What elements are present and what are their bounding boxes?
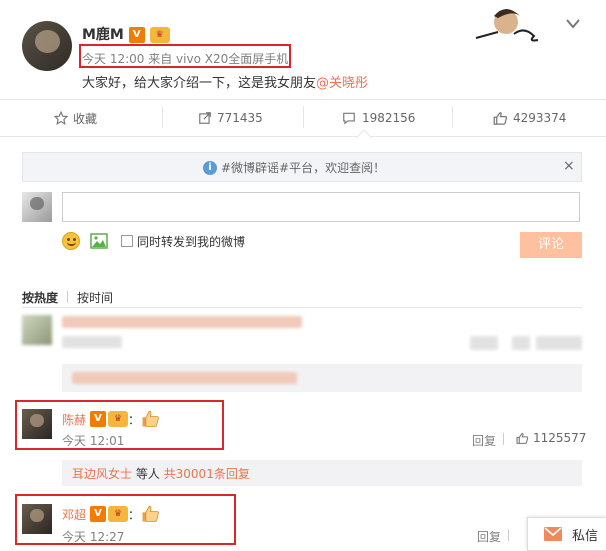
action-comment[interactable]: 1982156 — [342, 108, 415, 128]
private-message-label: 私信 — [572, 528, 599, 544]
divider — [0, 99, 606, 100]
celebrity-sticker-icon — [475, 9, 539, 42]
sub-reply-total[interactable]: 共30001条回复 — [164, 467, 250, 481]
comment-count: 1982156 — [362, 111, 416, 125]
divider — [22, 307, 582, 308]
divider — [452, 106, 453, 128]
like-count: 4293374 — [513, 111, 567, 125]
chevron-down-icon[interactable] — [566, 19, 580, 29]
comment-pointer — [356, 130, 372, 138]
mail-icon — [544, 527, 562, 541]
repost-icon — [199, 112, 211, 124]
comment-like-button[interactable]: 1125577 — [516, 431, 586, 445]
divider — [0, 136, 606, 137]
highlight-box-comment-1 — [15, 400, 224, 450]
tab-time[interactable]: 按时间 — [77, 289, 113, 306]
blurred-line — [470, 336, 498, 350]
comment-icon — [343, 112, 355, 125]
reply-button[interactable]: 回复 — [477, 528, 501, 545]
divider — [508, 529, 509, 541]
emoji-icon[interactable] — [62, 232, 80, 250]
notice-content: i #微博辟谣#平台，欢迎查阅！ — [203, 159, 385, 176]
sub-reply-mid: 等人 — [132, 467, 164, 481]
user-avatar — [22, 192, 52, 222]
tab-divider — [67, 291, 68, 303]
mention-link[interactable]: @关晓彤 — [316, 76, 368, 91]
close-icon[interactable]: × — [563, 158, 575, 174]
member-hat-icon: ♛ — [149, 27, 170, 43]
author-avatar[interactable] — [22, 21, 72, 71]
sub-reply-box[interactable]: 耳边风女士 等人 共30001条回复 — [62, 460, 582, 486]
blurred-avatar — [22, 315, 52, 345]
thumbs-up-icon — [516, 432, 529, 444]
blurred-line — [62, 316, 302, 328]
repost-count: 771435 — [217, 111, 263, 125]
post-text-body: 大家好，给大家介绍一下，这是我女朋友 — [82, 76, 317, 91]
repost-checkbox-label: 同时转发到我的微博 — [137, 235, 246, 249]
weibo-post-card: M鹿M V ♛ 今天 12:00 来自 vivo X20全面屏手机 大家好，给大… — [0, 0, 606, 551]
author-name[interactable]: M鹿M — [82, 27, 124, 43]
repost-checkbox[interactable] — [121, 235, 133, 247]
info-icon: i — [203, 160, 217, 175]
action-like[interactable]: 4293374 — [493, 108, 566, 128]
sub-reply-user[interactable]: 耳边风女士 — [72, 467, 132, 481]
comment-input[interactable] — [62, 192, 580, 222]
author-name-row: M鹿M V ♛ — [82, 24, 170, 44]
action-repost[interactable]: 771435 — [198, 108, 263, 128]
blurred-line — [72, 372, 297, 384]
comment-like-count: 1125577 — [533, 431, 587, 445]
highlight-box-comment-2 — [15, 494, 236, 545]
highlight-box-source — [79, 44, 291, 68]
reply-button[interactable]: 回复 — [472, 432, 496, 449]
divider — [503, 433, 504, 445]
submit-comment-button[interactable]: 评论 — [520, 232, 582, 258]
image-icon[interactable] — [90, 233, 108, 249]
star-icon — [54, 111, 68, 125]
blurred-line — [536, 336, 582, 350]
blurred-line — [512, 336, 530, 350]
notice-text[interactable]: #微博辟谣#平台，欢迎查阅！ — [221, 159, 385, 176]
verified-badge: V — [128, 27, 145, 43]
divider — [162, 106, 163, 128]
private-message-button[interactable]: 私信 — [527, 517, 606, 551]
post-text: 大家好，给大家介绍一下，这是我女朋友@关晓彤 — [82, 72, 368, 91]
favorite-label: 收藏 — [73, 111, 98, 126]
blurred-line — [62, 336, 122, 348]
tab-hot[interactable]: 按热度 — [22, 289, 58, 306]
thumbs-up-icon — [493, 111, 508, 125]
action-favorite[interactable]: 收藏 — [54, 108, 97, 128]
divider — [303, 106, 304, 128]
